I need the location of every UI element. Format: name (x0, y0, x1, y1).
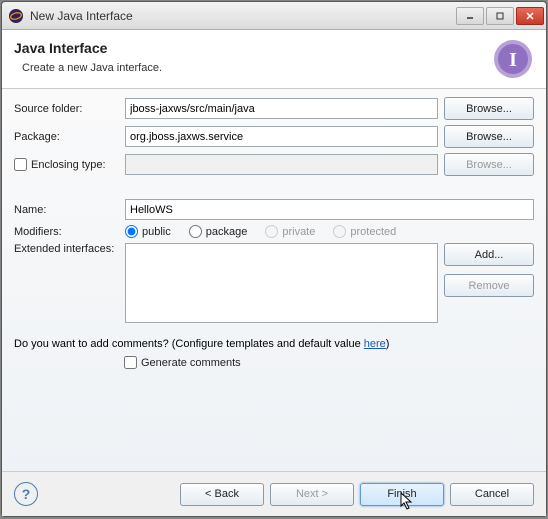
window-controls (456, 7, 544, 25)
enclosing-type-label: Enclosing type: (31, 159, 106, 171)
source-folder-input[interactable] (125, 98, 438, 119)
enclosing-type-input (125, 154, 438, 175)
browse-package-button[interactable]: Browse... (444, 125, 534, 148)
package-label: Package: (14, 131, 119, 143)
eclipse-icon (8, 8, 24, 24)
back-button[interactable]: < Back (180, 483, 264, 506)
package-input[interactable] (125, 126, 438, 147)
add-interface-button[interactable]: Add... (444, 243, 534, 266)
source-folder-label: Source folder: (14, 103, 119, 115)
browse-enclosing-button: Browse... (444, 153, 534, 176)
cancel-button[interactable]: Cancel (450, 483, 534, 506)
interface-icon: I (492, 38, 534, 80)
header-title: Java Interface (14, 40, 162, 56)
name-input[interactable] (125, 199, 534, 220)
close-button[interactable] (516, 7, 544, 25)
modifier-public[interactable]: public (125, 225, 171, 238)
extended-interfaces-list[interactable] (125, 243, 438, 323)
modifier-protected: protected (333, 225, 396, 238)
name-label: Name: (14, 204, 119, 216)
enclosing-type-checkbox[interactable] (14, 158, 27, 171)
generate-comments-label: Generate comments (141, 357, 241, 369)
window-title: New Java Interface (30, 9, 456, 23)
extended-interfaces-label: Extended interfaces: (14, 243, 119, 255)
dialog-window: New Java Interface Java Interface Create… (1, 1, 547, 517)
modifier-package[interactable]: package (189, 225, 248, 238)
remove-interface-button: Remove (444, 274, 534, 297)
header-subtitle: Create a new Java interface. (22, 62, 162, 74)
dialog-footer: ? < Back Next > Finish Cancel (2, 471, 546, 516)
help-icon[interactable]: ? (14, 482, 38, 506)
generate-comments-checkbox[interactable] (124, 356, 137, 369)
configure-templates-link[interactable]: here (364, 338, 386, 350)
minimize-button[interactable] (456, 7, 484, 25)
modifier-private: private (265, 225, 315, 238)
dialog-header: Java Interface Create a new Java interfa… (2, 30, 546, 89)
comments-text: Do you want to add comments? (Configure … (14, 338, 534, 350)
modifiers-label: Modifiers: (14, 226, 119, 238)
svg-text:I: I (509, 49, 517, 71)
next-button: Next > (270, 483, 354, 506)
dialog-content: Source folder: Browse... Package: Browse… (2, 89, 546, 471)
maximize-button[interactable] (486, 7, 514, 25)
browse-source-button[interactable]: Browse... (444, 97, 534, 120)
titlebar[interactable]: New Java Interface (2, 2, 546, 30)
finish-button[interactable]: Finish (360, 483, 444, 506)
